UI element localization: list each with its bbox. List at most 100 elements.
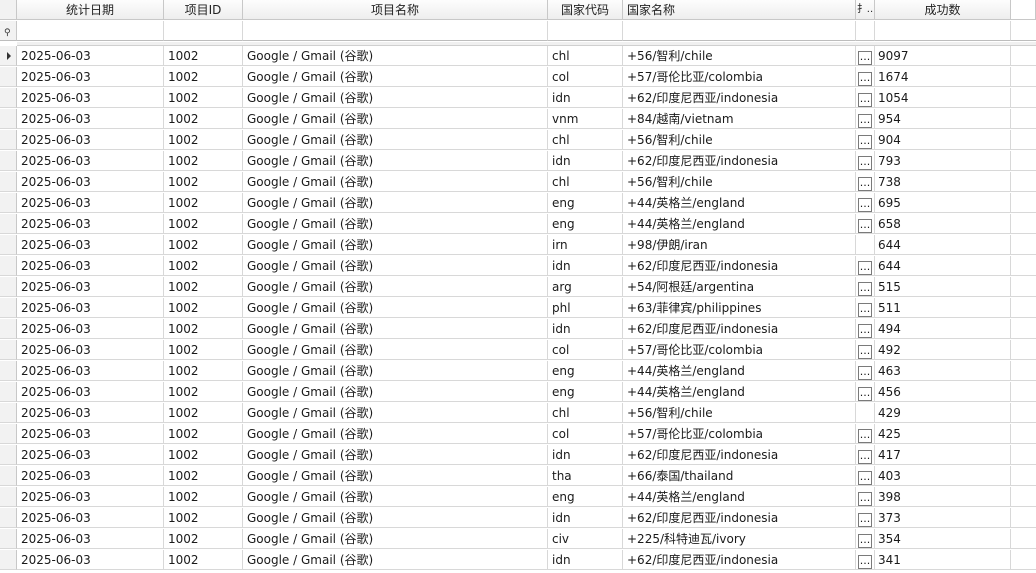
cell-action[interactable]: ... [856,214,875,234]
cell-project-id[interactable]: 1002 [164,319,243,339]
row-ellipsis-button[interactable]: ... [858,366,872,380]
cell-project-id[interactable]: 1002 [164,130,243,150]
cell-project-name[interactable]: Google / Gmail (谷歌) [243,424,548,444]
row-indicator[interactable] [0,130,17,150]
cell-action[interactable]: ... [856,487,875,507]
cell-action[interactable]: ... [856,319,875,339]
cell-country-name[interactable]: +56/智利/chile [623,172,856,192]
row-ellipsis-button[interactable]: ... [858,261,872,275]
cell-success-count[interactable]: 429 [875,403,1011,423]
row-ellipsis-button[interactable]: ... [858,156,872,170]
col-header-action[interactable]: 扌.. [856,0,875,20]
cell-date[interactable]: 2025-06-03 [17,424,164,444]
cell-project-name[interactable]: Google / Gmail (谷歌) [243,466,548,486]
cell-action[interactable]: ... [856,67,875,87]
data-grid[interactable]: 统计日期 项目ID 项目名称 国家代码 国家名称 扌.. 成功数 ⚲ 2025-… [0,0,1036,573]
row-indicator[interactable] [0,508,17,528]
cell-project-id[interactable]: 1002 [164,235,243,255]
cell-date[interactable]: 2025-06-03 [17,529,164,549]
cell-project-id[interactable]: 1002 [164,487,243,507]
table-row[interactable]: 2025-06-03 1002 Google / Gmail (谷歌) col +57/… [0,424,1036,445]
row-ellipsis-button[interactable]: ... [858,282,872,296]
table-row[interactable]: 2025-06-03 1002 Google / Gmail (谷歌) idn +62/… [0,151,1036,172]
cell-action[interactable]: ... [856,382,875,402]
cell-country-code[interactable]: idn [548,88,623,108]
row-indicator[interactable] [0,382,17,402]
cell-project-name[interactable]: Google / Gmail (谷歌) [243,487,548,507]
row-indicator[interactable] [0,361,17,381]
filter-cell-project-id[interactable] [164,21,243,41]
cell-action[interactable] [856,235,875,255]
cell-project-name[interactable]: Google / Gmail (谷歌) [243,172,548,192]
row-indicator[interactable] [0,109,17,129]
cell-country-name[interactable]: +44/英格兰/england [623,193,856,213]
table-row[interactable]: 2025-06-03 1002 Google / Gmail (谷歌) col +57/… [0,340,1036,361]
cell-action[interactable]: ... [856,445,875,465]
cell-country-code[interactable]: irn [548,235,623,255]
cell-success-count[interactable]: 793 [875,151,1011,171]
row-ellipsis-button[interactable]: ... [858,51,872,65]
cell-country-code[interactable]: idn [548,550,623,570]
filter-cell-country-code[interactable] [548,21,623,41]
cell-success-count[interactable]: 425 [875,424,1011,444]
row-ellipsis-button[interactable]: ... [858,219,872,233]
cell-success-count[interactable]: 695 [875,193,1011,213]
cell-project-name[interactable]: Google / Gmail (谷歌) [243,319,548,339]
cell-success-count[interactable]: 9097 [875,46,1011,66]
cell-date[interactable]: 2025-06-03 [17,403,164,423]
table-row[interactable]: 2025-06-03 1002 Google / Gmail (谷歌) idn +62/… [0,550,1036,571]
table-row[interactable]: 2025-06-03 1002 Google / Gmail (谷歌) col +57/… [0,67,1036,88]
cell-project-id[interactable]: 1002 [164,298,243,318]
cell-action[interactable]: ... [856,109,875,129]
cell-date[interactable]: 2025-06-03 [17,256,164,276]
row-indicator[interactable] [0,466,17,486]
cell-success-count[interactable]: 373 [875,508,1011,528]
cell-country-name[interactable]: +62/印度尼西亚/indonesia [623,151,856,171]
col-header-success-count[interactable]: 成功数 [875,0,1011,20]
cell-success-count[interactable]: 456 [875,382,1011,402]
cell-action[interactable]: ... [856,298,875,318]
cell-project-id[interactable]: 1002 [164,403,243,423]
cell-action[interactable] [856,403,875,423]
row-indicator[interactable] [0,340,17,360]
filter-cell-success-count[interactable] [875,21,1011,41]
cell-project-id[interactable]: 1002 [164,109,243,129]
cell-country-code[interactable]: idn [548,445,623,465]
cell-action[interactable]: ... [856,424,875,444]
cell-project-name[interactable]: Google / Gmail (谷歌) [243,109,548,129]
cell-date[interactable]: 2025-06-03 [17,466,164,486]
cell-success-count[interactable]: 492 [875,340,1011,360]
row-indicator[interactable] [0,214,17,234]
cell-project-id[interactable]: 1002 [164,340,243,360]
cell-project-name[interactable]: Google / Gmail (谷歌) [243,340,548,360]
col-header-project-id[interactable]: 项目ID [164,0,243,20]
cell-action[interactable]: ... [856,88,875,108]
cell-action[interactable]: ... [856,256,875,276]
cell-success-count[interactable]: 1054 [875,88,1011,108]
cell-action[interactable]: ... [856,550,875,570]
cell-country-name[interactable]: +98/伊朗/iran [623,235,856,255]
cell-country-code[interactable]: tha [548,466,623,486]
cell-project-id[interactable]: 1002 [164,151,243,171]
cell-project-id[interactable]: 1002 [164,508,243,528]
cell-country-code[interactable]: arg [548,277,623,297]
cell-action[interactable]: ... [856,529,875,549]
table-row[interactable]: 2025-06-03 1002 Google / Gmail (谷歌) idn +62/… [0,445,1036,466]
row-indicator[interactable] [0,424,17,444]
cell-project-name[interactable]: Google / Gmail (谷歌) [243,46,548,66]
cell-date[interactable]: 2025-06-03 [17,67,164,87]
cell-project-name[interactable]: Google / Gmail (谷歌) [243,277,548,297]
table-row[interactable]: 2025-06-03 1002 Google / Gmail (谷歌) vnm +84/… [0,109,1036,130]
cell-country-name[interactable]: +57/哥伦比亚/colombia [623,424,856,444]
cell-project-name[interactable]: Google / Gmail (谷歌) [243,403,548,423]
cell-country-name[interactable]: +57/哥伦比亚/colombia [623,67,856,87]
table-row[interactable]: 2025-06-03 1002 Google / Gmail (谷歌) chl +56/… [0,130,1036,151]
cell-country-code[interactable]: idn [548,319,623,339]
cell-country-code[interactable]: idn [548,151,623,171]
cell-project-id[interactable]: 1002 [164,424,243,444]
table-row[interactable]: 2025-06-03 1002 Google / Gmail (谷歌) eng +44/… [0,361,1036,382]
table-row[interactable]: 2025-06-03 1002 Google / Gmail (谷歌) eng +44/… [0,382,1036,403]
cell-project-name[interactable]: Google / Gmail (谷歌) [243,214,548,234]
cell-project-id[interactable]: 1002 [164,382,243,402]
cell-action[interactable]: ... [856,508,875,528]
